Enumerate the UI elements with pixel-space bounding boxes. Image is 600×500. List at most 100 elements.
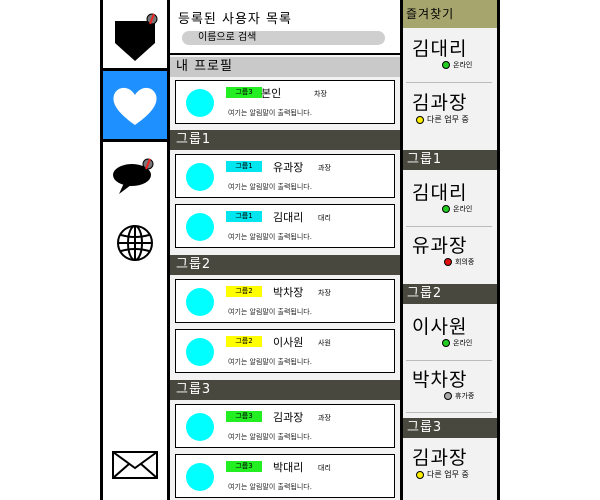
- avatar: [186, 89, 214, 117]
- user-rank: 대리: [318, 214, 331, 222]
- rail-globe-button[interactable]: [103, 208, 167, 278]
- presence-dot-icon: [416, 470, 424, 479]
- group-tag: 그룹1: [226, 161, 262, 172]
- user-name: 유과장: [273, 161, 304, 174]
- user-rank: 차장: [314, 90, 327, 98]
- user-list-panel: 등록된 사용자 목록 이름으로 검색 내 프로필 그룹3 본인 차장 여기는 알…: [170, 0, 400, 500]
- avatar: [186, 163, 214, 191]
- presence-status: 다른 업무 중: [416, 114, 469, 125]
- presence-dot-icon: [442, 339, 450, 347]
- status-message: 여기는 알림말이 출력됩니다.: [228, 358, 312, 366]
- user-name: 박차장: [273, 286, 304, 299]
- status-message: 여기는 알림말이 출력됩니다.: [228, 308, 312, 316]
- presence-status: 온라인: [442, 204, 472, 214]
- divider: [406, 412, 492, 413]
- user-card[interactable]: 그룹2 이사원 사원 여기는 알림말이 출력됩니다.: [175, 329, 395, 373]
- user-card[interactable]: 그룹2 박차장 차장 여기는 알림말이 출력됩니다.: [175, 279, 395, 323]
- rail-chat-button[interactable]: [103, 140, 167, 210]
- group-tag: 그룹3: [226, 87, 262, 98]
- heart-icon: [113, 87, 157, 125]
- globe-icon: [117, 225, 153, 261]
- favorite-user[interactable]: 유과장 회의중: [406, 231, 494, 277]
- favorite-user-name: 김대리: [412, 182, 468, 204]
- user-rank: 차장: [318, 289, 331, 297]
- user-name: 김대리: [273, 211, 304, 224]
- group-tag: 그룹1: [226, 211, 262, 222]
- presence-label: 온라인: [453, 205, 473, 213]
- icon-rail: [100, 0, 170, 500]
- presence-status: 온라인: [442, 338, 472, 348]
- user-card[interactable]: 그룹3 박대리 대리 여기는 알림말이 출력됩니다.: [175, 454, 395, 498]
- user-card[interactable]: 그룹1 유과장 과장 여기는 알림말이 출력됩니다.: [175, 154, 395, 198]
- presence-label: 회의중: [455, 258, 475, 266]
- favorite-user[interactable]: 김과장 다른 업무 중: [406, 443, 494, 489]
- presence-status: 회의중: [444, 257, 474, 267]
- status-message: 여기는 알림말이 출력됩니다.: [228, 183, 312, 191]
- avatar: [186, 413, 214, 441]
- presence-dot-icon: [442, 61, 450, 69]
- user-name: 김과장: [273, 411, 304, 424]
- favorite-user[interactable]: 김대리 온라인: [406, 178, 494, 224]
- user-name: 박대리: [273, 461, 304, 474]
- status-message: 여기는 알림말이 출력됩니다.: [228, 483, 312, 491]
- group-section-header: 그룹1: [170, 130, 400, 150]
- presence-label: 온라인: [453, 339, 473, 347]
- avatar: [186, 213, 214, 241]
- status-message: 여기는 알림말이 출력됩니다.: [228, 433, 312, 441]
- favorites-group-header: 그룹1: [403, 150, 497, 170]
- avatar: [186, 463, 214, 491]
- presence-status: 온라인: [442, 60, 472, 70]
- presence-label: 다른 업무 중: [427, 470, 469, 479]
- user-rank: 과장: [318, 164, 331, 172]
- user-list-title: 등록된 사용자 목록: [178, 12, 292, 27]
- avatar: [186, 288, 214, 316]
- user-name: 이사원: [273, 336, 304, 349]
- favorite-user[interactable]: 김과장 다른 업무 중: [406, 88, 494, 134]
- group-section-header: 그룹3: [170, 380, 400, 400]
- favorites-group-header: 그룹3: [403, 418, 497, 438]
- favorite-user-name: 유과장: [412, 235, 468, 257]
- favorites-panel: 즐겨찾기 김대리 온라인 김과장 다른 업무 중 그룹1 김대리 온라인 유과장…: [400, 0, 500, 500]
- user-card[interactable]: 그룹3 김과장 과장 여기는 알림말이 출력됩니다.: [175, 404, 395, 448]
- rail-favorites-button[interactable]: [103, 71, 167, 141]
- user-list-header: 등록된 사용자 목록 이름으로 검색: [170, 0, 400, 55]
- favorite-user[interactable]: 이사원 온라인: [406, 312, 494, 358]
- status-message: 여기는 알림말이 출력됩니다.: [228, 109, 312, 117]
- group-tag: 그룹2: [226, 336, 262, 347]
- favorite-user-name: 김과장: [412, 447, 468, 469]
- presence-dot-icon: [444, 392, 452, 400]
- presence-label: 온라인: [453, 61, 473, 69]
- presence-label: 휴가중: [455, 392, 475, 400]
- user-rank: 과장: [318, 414, 331, 422]
- presence-label: 다른 업무 중: [427, 115, 469, 124]
- presence-status: 휴가중: [444, 391, 474, 401]
- presence-dot-icon: [416, 115, 424, 124]
- my-profile-card[interactable]: 그룹3 본인 차장 여기는 알림말이 출력됩니다.: [175, 80, 395, 124]
- user-rank: 대리: [318, 464, 331, 472]
- rail-mail-button[interactable]: [103, 430, 167, 500]
- status-message: 여기는 알림말이 출력됩니다.: [228, 233, 312, 241]
- favorite-user-name: 박차장: [412, 369, 468, 391]
- group-section-header: 그룹2: [170, 255, 400, 275]
- group-tag: 그룹2: [226, 286, 262, 297]
- user-card[interactable]: 그룹1 김대리 대리 여기는 알림말이 출력됩니다.: [175, 204, 395, 248]
- rail-profile-button[interactable]: [103, 0, 167, 70]
- favorite-user-name: 김과장: [412, 92, 468, 114]
- favorite-user-name: 김대리: [412, 38, 468, 60]
- profile-icon: [115, 13, 158, 61]
- search-input[interactable]: 이름으로 검색: [182, 31, 385, 45]
- favorite-user-name: 이사원: [412, 316, 468, 338]
- profile-section-header: 내 프로필: [170, 57, 400, 77]
- user-name: 본인: [261, 87, 282, 100]
- presence-dot-icon: [444, 258, 452, 266]
- presence-status: 다른 업무 중: [416, 469, 469, 480]
- divider: [406, 226, 492, 227]
- favorites-group-header: 그룹2: [403, 284, 497, 304]
- favorite-user[interactable]: 김대리 온라인: [406, 34, 494, 80]
- chat-icon: [113, 158, 154, 194]
- favorite-user[interactable]: 박차장 휴가중: [406, 365, 494, 411]
- favorites-title: 즐겨찾기: [403, 0, 497, 28]
- divider: [406, 360, 492, 361]
- user-rank: 사원: [318, 339, 331, 347]
- mail-icon: [112, 451, 158, 479]
